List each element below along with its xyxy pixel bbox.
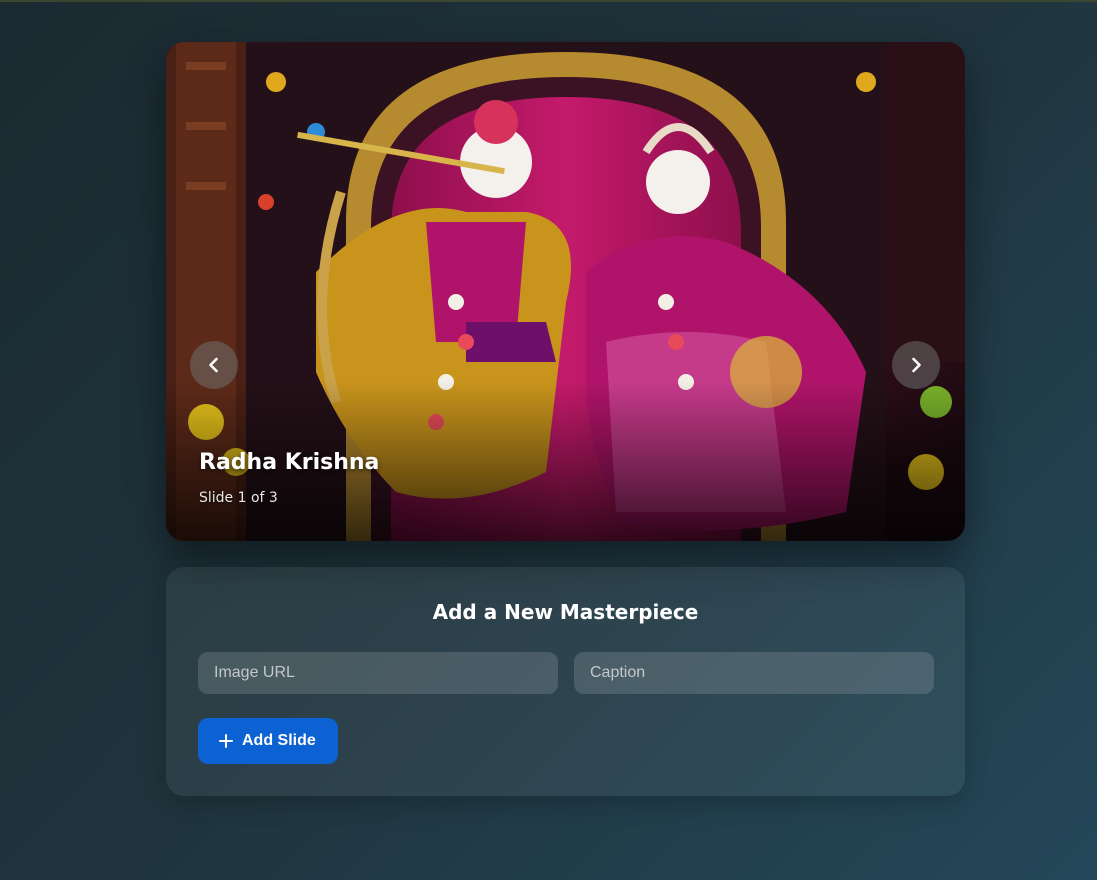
add-slide-button-label: Add Slide [242,732,316,749]
add-slide-button[interactable]: Add Slide [198,718,338,764]
chevron-left-icon [209,357,218,373]
panel-title: Add a New Masterpiece [432,600,699,624]
top-border [0,0,1097,2]
add-slide-panel: Add a New Masterpiece Add Slide [166,567,965,796]
slide-caption-title: Radha Krishna [199,450,380,475]
chevron-right-icon [912,357,921,373]
plus-icon [219,734,233,748]
next-slide-button[interactable] [892,341,940,389]
previous-slide-button[interactable] [190,341,238,389]
image-url-input[interactable] [198,652,558,694]
caption-input[interactable] [574,652,934,694]
slide-counter: Slide 1 of 3 [199,490,278,506]
image-carousel: Radha Krishna Slide 1 of 3 [166,42,965,541]
